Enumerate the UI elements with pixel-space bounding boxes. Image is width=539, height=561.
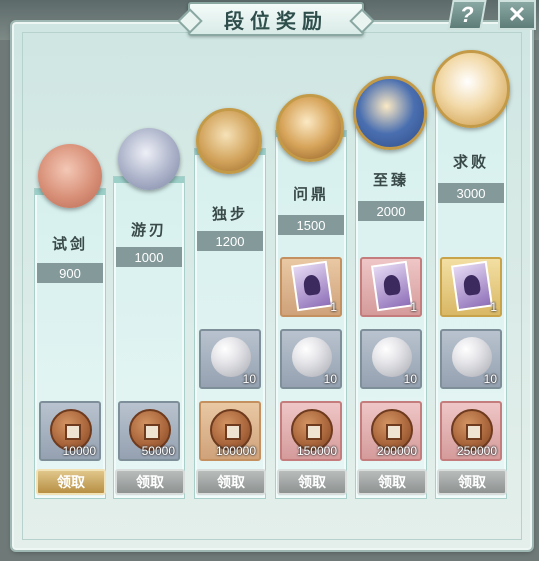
help-icon: ?: [458, 2, 477, 27]
reward-slot[interactable]: 10: [360, 329, 422, 389]
rank-column-shijian: 试剑 900 10000 领取: [34, 188, 106, 499]
reward-qty: 200000: [376, 444, 417, 458]
rank-name: 独步: [211, 205, 248, 223]
reward-qty: 50000: [141, 444, 175, 458]
reward-slot[interactable]: 200000: [360, 401, 422, 461]
help-button[interactable]: ?: [447, 0, 487, 30]
rank-column-wending: 问鼎 1500 1 10 150000 领取: [275, 130, 347, 499]
rank-name: 试剑: [51, 235, 88, 253]
reward-slot[interactable]: 250000: [440, 401, 502, 461]
rank-column-youren: 游刃 1000 50000 领取: [113, 176, 185, 499]
rank-points: 1200: [197, 231, 263, 251]
reward-slot[interactable]: 1: [440, 257, 502, 317]
rank-points: 1500: [278, 215, 344, 235]
reward-qty: 10000: [62, 444, 96, 458]
reward-slot[interactable]: 10: [199, 329, 261, 389]
reward-slot[interactable]: 100000: [199, 401, 261, 461]
close-icon: ✕: [507, 2, 527, 27]
reward-slot[interactable]: 1: [280, 257, 342, 317]
pearl-icon: [292, 337, 332, 377]
claim-button[interactable]: 领取: [357, 469, 427, 495]
dragon-emblem-icon: [353, 76, 427, 150]
rank-column-dubu: 独步 1200 10 100000 领取: [194, 148, 266, 499]
reward-slot[interactable]: 10: [280, 329, 342, 389]
card-icon: [290, 260, 334, 312]
reward-slot[interactable]: 150000: [280, 401, 342, 461]
title-plate: 段位奖励: [188, 2, 364, 36]
rank-name: 问鼎: [292, 185, 329, 203]
reward-qty: 1: [330, 300, 337, 314]
rank-column-qiubai: 求败 3000 1 10 250000 领取: [435, 90, 507, 499]
reward-qty: 1: [410, 300, 417, 314]
reward-slot[interactable]: 1: [360, 257, 422, 317]
claim-button[interactable]: 领取: [196, 469, 266, 495]
reward-slot[interactable]: 10: [440, 329, 502, 389]
rank-points: 1000: [116, 247, 182, 267]
reward-qty: 1: [490, 300, 497, 314]
rank-column-zhizhen: 至臻 2000 1 10 200000 领取: [355, 112, 427, 499]
claim-button[interactable]: 领取: [36, 469, 106, 495]
pearl-icon: [452, 337, 492, 377]
lion-emblem-icon: [276, 94, 344, 162]
card-icon: [370, 260, 414, 312]
pearl-icon: [372, 337, 412, 377]
rank-name: 求败: [452, 153, 489, 171]
reward-qty: 150000: [296, 444, 337, 458]
reward-qty: 250000: [456, 444, 497, 458]
close-button[interactable]: ✕: [498, 0, 536, 30]
pearl-icon: [211, 337, 251, 377]
reward-qty: 10: [242, 372, 256, 386]
claim-button[interactable]: 领取: [115, 469, 185, 495]
reward-slot[interactable]: 10000: [39, 401, 101, 461]
reward-qty: 10: [483, 372, 497, 386]
card-icon: [450, 260, 494, 312]
rank-points: 900: [37, 263, 103, 283]
rank-name: 至臻: [372, 171, 409, 189]
rank-name: 游刃: [130, 221, 167, 239]
reward-qty: 10: [403, 372, 417, 386]
reward-slot[interactable]: 50000: [118, 401, 180, 461]
rank-points: 3000: [438, 183, 504, 203]
deer-emblem-icon: [118, 128, 180, 190]
claim-button[interactable]: 领取: [277, 469, 347, 495]
reward-qty: 100000: [215, 444, 256, 458]
rank-points: 2000: [358, 201, 424, 221]
reward-qty: 10: [323, 372, 337, 386]
crane-emblem-icon: [196, 108, 262, 174]
phoenix-emblem-icon: [38, 144, 102, 208]
golden-dragon-emblem-icon: [432, 50, 510, 128]
claim-button[interactable]: 领取: [437, 469, 507, 495]
page-title: 段位奖励: [224, 8, 328, 33]
